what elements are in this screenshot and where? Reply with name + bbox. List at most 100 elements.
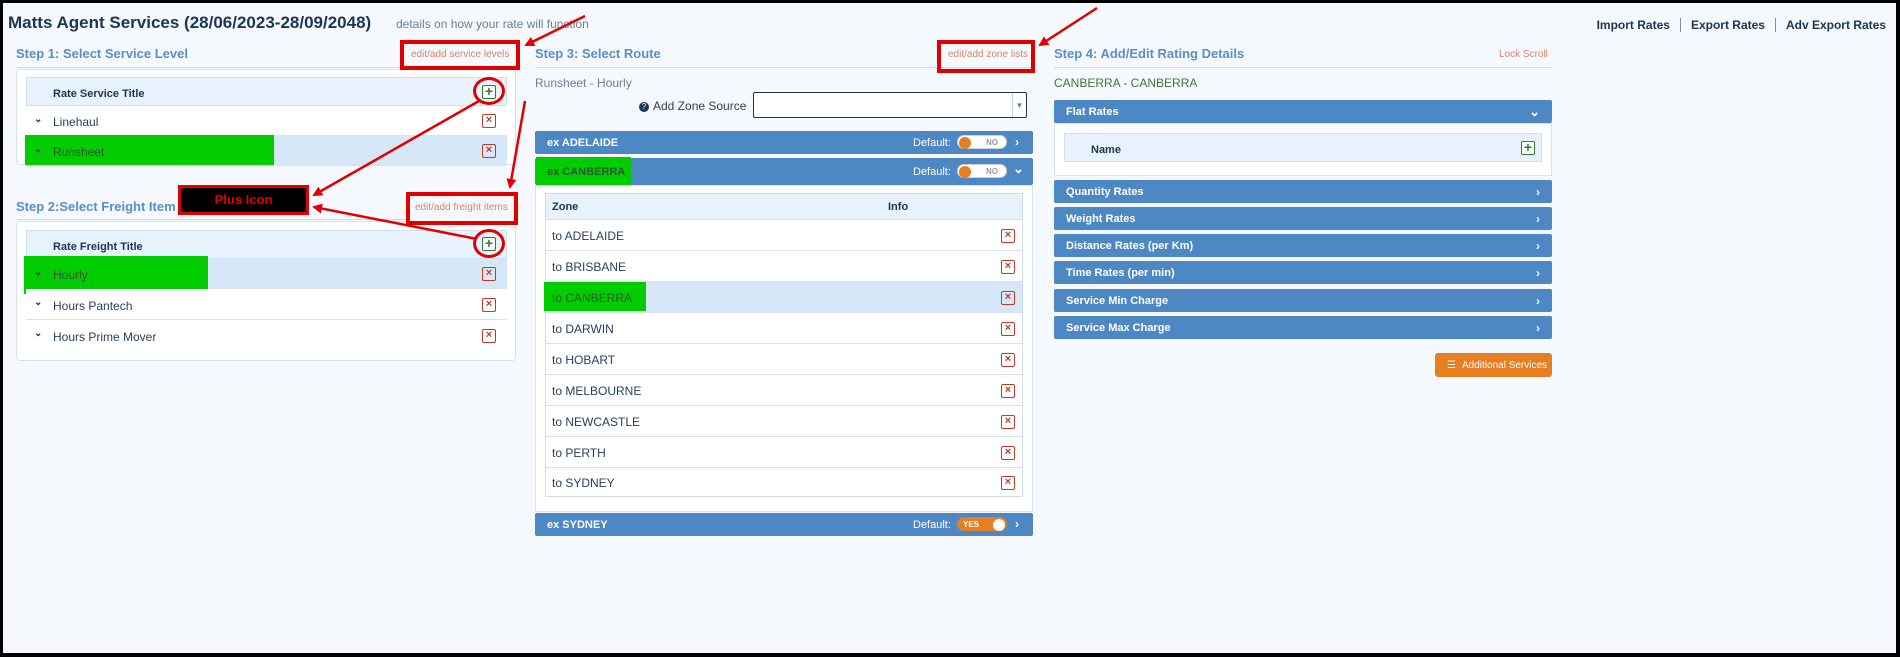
service-table-header: Rate Service Title — [26, 77, 507, 106]
delete-icon[interactable]: × — [482, 298, 496, 312]
default-label: Default: — [913, 136, 951, 149]
toggle-text: NO — [986, 138, 998, 147]
chevron-down-icon[interactable]: ⌄ — [34, 267, 46, 279]
zone-row[interactable]: to PERTH × — [546, 437, 1022, 468]
section-label: Flat Rates — [1066, 105, 1119, 118]
rating-route-label: CANBERRA - CANBERRA — [1054, 76, 1198, 90]
chevron-down-icon[interactable]: ⌄ — [1529, 104, 1540, 120]
zone-table-header: Zone Info — [546, 194, 1022, 220]
import-rates-link[interactable]: Import Rates — [1587, 18, 1680, 32]
top-links: Import Rates Export Rates Adv Export Rat… — [1587, 18, 1886, 32]
delete-icon[interactable]: × — [482, 144, 496, 158]
zone-source-text: Add Zone Source — [653, 99, 747, 113]
zone-label: to ADELAIDE — [552, 229, 625, 243]
plus-icon-annotation-label: Plus Icon — [178, 185, 309, 215]
freight-row-hours-pantech[interactable]: ⌄ Hours Pantech × — [26, 289, 507, 320]
chevron-down-icon[interactable]: ⌄ — [1013, 161, 1024, 177]
chevron-right-icon[interactable]: › — [1015, 517, 1019, 531]
default-toggle[interactable]: NO — [957, 135, 1007, 149]
delete-icon[interactable]: × — [1001, 322, 1015, 336]
adv-export-rates-link[interactable]: Adv Export Rates — [1774, 18, 1886, 32]
help-icon: ? — [639, 102, 649, 112]
chevron-right-icon[interactable]: › — [1536, 321, 1540, 335]
additional-services-button[interactable]: ☰ Additional Services — [1435, 353, 1552, 377]
step2-title: Step 2:Select Freight Item — [16, 199, 176, 214]
delete-icon[interactable]: × — [1001, 353, 1015, 367]
chevron-right-icon[interactable]: › — [1536, 294, 1540, 308]
toggle-knob — [959, 137, 971, 149]
zone-row[interactable]: to HOBART × — [546, 344, 1022, 375]
delete-icon[interactable]: × — [1001, 260, 1015, 274]
zone-source-select[interactable]: ▼ — [753, 92, 1027, 118]
step1-title: Step 1: Select Service Level — [16, 46, 188, 61]
origin-bar-sydney[interactable]: ex SYDNEY Default: YES › — [535, 513, 1033, 536]
delete-icon[interactable]: × — [482, 267, 496, 281]
list-icon: ☰ — [1447, 360, 1456, 371]
zone-row[interactable]: to NEWCASTLE × — [546, 406, 1022, 437]
flat-rates-bar[interactable]: Flat Rates ⌄ — [1054, 100, 1552, 123]
section-label: Distance Rates (per Km) — [1066, 239, 1194, 252]
service-row-linehaul[interactable]: ⌄ Linehaul × — [26, 106, 507, 136]
delete-icon[interactable]: × — [1001, 384, 1015, 398]
divider — [16, 219, 406, 220]
delete-icon[interactable]: × — [1001, 446, 1015, 460]
distance-rates-bar[interactable]: Distance Rates (per Km) › — [1054, 234, 1552, 257]
chevron-right-icon[interactable]: › — [1536, 266, 1540, 280]
origin-bar-canberra[interactable]: ex CANBERRA Default: NO ⌄ — [535, 157, 1033, 190]
chevron-down-icon[interactable]: ▼ — [1012, 93, 1026, 117]
zone-row-selected[interactable]: to CANBERRA × — [544, 282, 1022, 313]
default-toggle[interactable]: NO — [957, 164, 1007, 178]
step4-title: Step 4: Add/Edit Rating Details — [1054, 46, 1245, 61]
zone-row[interactable]: to DARWIN × — [546, 313, 1022, 344]
chevron-right-icon[interactable]: › — [1536, 185, 1540, 199]
info-column-header: Info — [888, 201, 909, 213]
chevron-right-icon[interactable]: › — [1536, 212, 1540, 226]
annotation-box — [406, 192, 518, 225]
zone-label: to DARWIN — [552, 322, 614, 336]
quantity-rates-bar[interactable]: Quantity Rates › — [1054, 180, 1552, 203]
service-min-charge-bar[interactable]: Service Min Charge › — [1054, 289, 1552, 312]
zone-label: to HOBART — [552, 353, 616, 367]
freight-row-hours-prime-mover[interactable]: ⌄ Hours Prime Mover × — [26, 320, 507, 351]
delete-icon[interactable]: × — [1001, 229, 1015, 243]
delete-icon[interactable]: × — [1001, 291, 1015, 305]
chevron-down-icon[interactable]: ⌄ — [34, 114, 46, 126]
zone-row[interactable]: to SYDNEY × — [546, 468, 1022, 496]
default-toggle[interactable]: YES — [957, 517, 1007, 531]
origin-label: ex CANBERRA — [547, 165, 626, 178]
service-row-label: Runsheet — [53, 145, 105, 159]
chevron-right-icon[interactable]: › — [1536, 239, 1540, 253]
freight-row-hourly[interactable]: ⌄ Hourly × — [24, 256, 507, 294]
export-rates-link[interactable]: Export Rates — [1679, 18, 1775, 32]
flat-rates-table-header: Name + — [1064, 133, 1542, 162]
zone-row[interactable]: to ADELAIDE × — [546, 220, 1022, 251]
zone-label: to NEWCASTLE — [552, 415, 641, 429]
toggle-knob — [993, 519, 1005, 531]
delete-icon[interactable]: × — [1001, 415, 1015, 429]
delete-icon[interactable]: × — [482, 114, 496, 128]
annotation-box — [937, 40, 1035, 73]
chevron-down-icon[interactable]: ⌄ — [34, 144, 46, 156]
chevron-right-icon[interactable]: › — [1015, 135, 1019, 149]
zone-label: to BRISBANE — [552, 260, 627, 274]
section-label: Service Max Charge — [1066, 321, 1171, 334]
service-max-charge-bar[interactable]: Service Max Charge › — [1054, 316, 1552, 339]
origin-bar-adelaide[interactable]: ex ADELAIDE Default: NO › — [535, 131, 1033, 154]
delete-icon[interactable]: × — [482, 329, 496, 343]
delete-icon[interactable]: × — [1001, 476, 1015, 490]
zone-row[interactable]: to BRISBANE × — [546, 251, 1022, 282]
toggle-knob — [959, 166, 971, 178]
zone-label: to PERTH — [552, 446, 606, 460]
add-flat-rate-plus-icon[interactable]: + — [1521, 140, 1535, 155]
section-label: Service Min Charge — [1066, 294, 1169, 307]
divider — [1054, 67, 1552, 68]
lock-scroll-link[interactable]: Lock Scroll — [1499, 49, 1548, 60]
chevron-down-icon[interactable]: ⌄ — [34, 297, 46, 309]
route-label: Runsheet - Hourly — [535, 76, 632, 90]
time-rates-bar[interactable]: Time Rates (per min) › — [1054, 261, 1552, 284]
zone-row[interactable]: to MELBOURNE × — [546, 375, 1022, 406]
chevron-down-icon[interactable]: ⌄ — [34, 328, 46, 340]
weight-rates-bar[interactable]: Weight Rates › — [1054, 207, 1552, 230]
zone-label: to SYDNEY — [552, 476, 615, 490]
service-row-runsheet[interactable]: ⌄ Runsheet × — [25, 135, 507, 166]
